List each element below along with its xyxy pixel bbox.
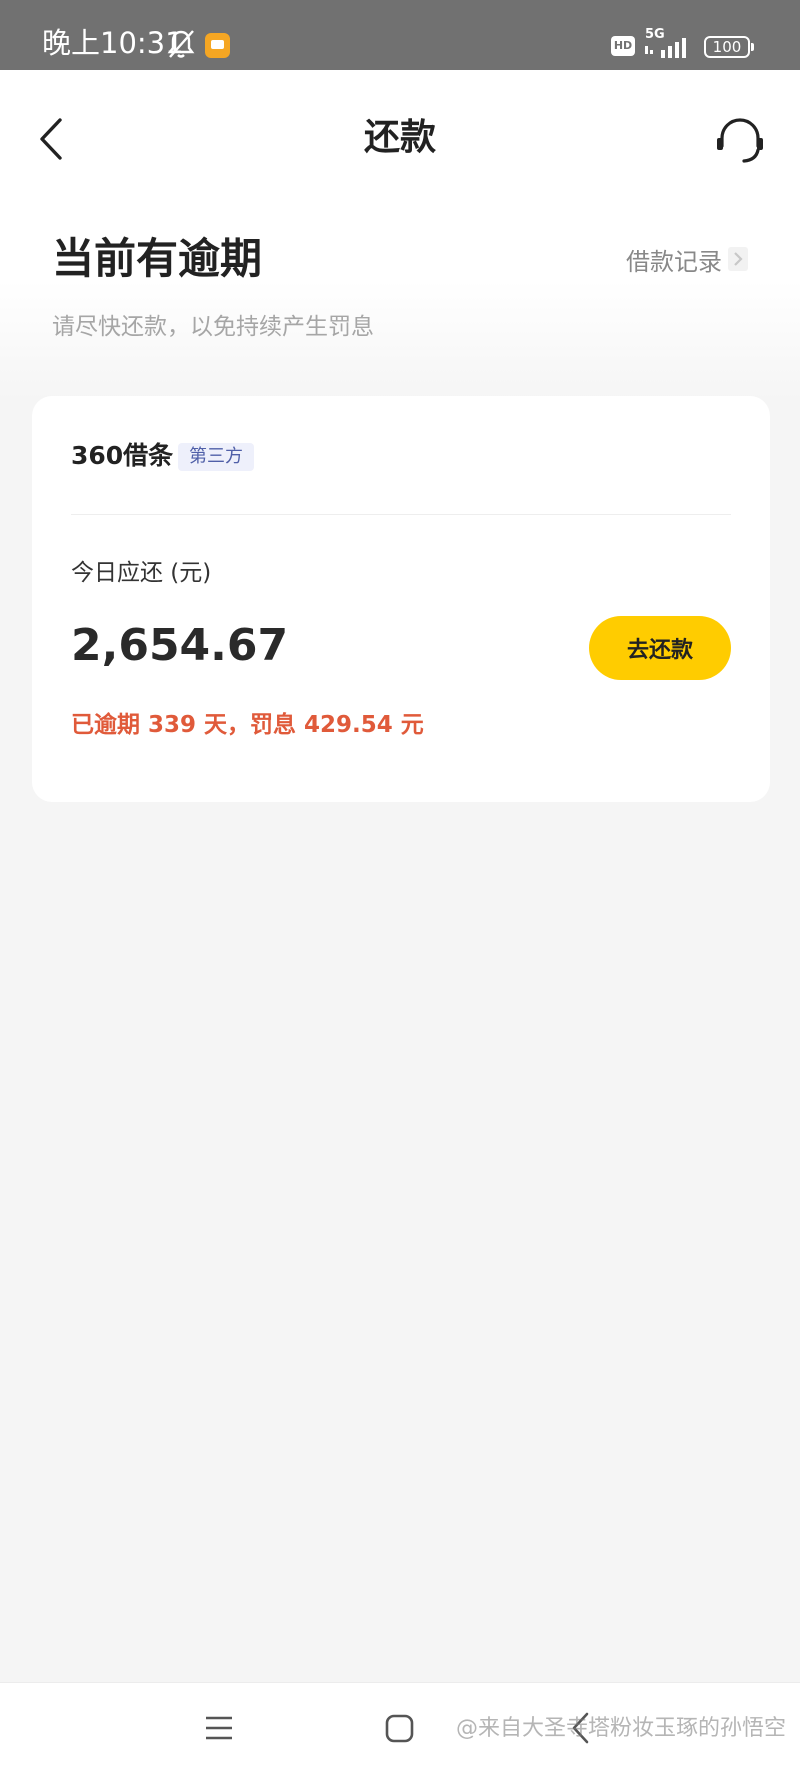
due-today-label: 今日应还 (元) — [71, 560, 212, 586]
battery-icon: 100 — [704, 36, 754, 58]
third-party-badge: 第三方 — [178, 443, 254, 471]
chevron-right-icon — [728, 247, 748, 271]
repay-button[interactable]: 去还款 — [589, 616, 731, 680]
hd-icon: HD — [611, 36, 635, 56]
headset-icon[interactable] — [714, 116, 766, 164]
overdue-subtitle: 请尽快还款，以免持续产生罚息 — [52, 314, 374, 340]
app-notification-icon — [205, 33, 230, 58]
page-title: 还款 — [363, 117, 436, 158]
menu-icon[interactable] — [204, 1713, 234, 1743]
status-bar: 晚上10:31 HD 5G 100 — [0, 0, 800, 70]
product-name: 360借条 — [71, 441, 174, 470]
overdue-summary: 当前有逾期 借款记录 请尽快还款，以免持续产生罚息 — [0, 200, 800, 400]
top-nav-bar: 还款 — [0, 70, 800, 200]
due-amount: 2,654.67 — [71, 620, 289, 671]
loan-card: 360借条 第三方 今日应还 (元) 2,654.67 去还款 已逾期 339 … — [32, 396, 770, 802]
card-divider — [71, 514, 731, 515]
loan-records-link[interactable]: 借款记录 — [626, 242, 748, 276]
watermark: @来自大圣寺塔粉妆玉琢的孙悟空 — [455, 1716, 786, 1741]
home-icon[interactable] — [385, 1713, 415, 1745]
overdue-title: 当前有逾期 — [52, 234, 263, 283]
signal-icon — [645, 38, 686, 58]
status-time: 晚上10:31 — [42, 26, 184, 60]
loan-records-label: 借款记录 — [626, 247, 722, 276]
overdue-penalty-text: 已逾期 339 天，罚息 429.54 元 — [71, 712, 424, 738]
bell-muted-icon — [167, 30, 195, 58]
